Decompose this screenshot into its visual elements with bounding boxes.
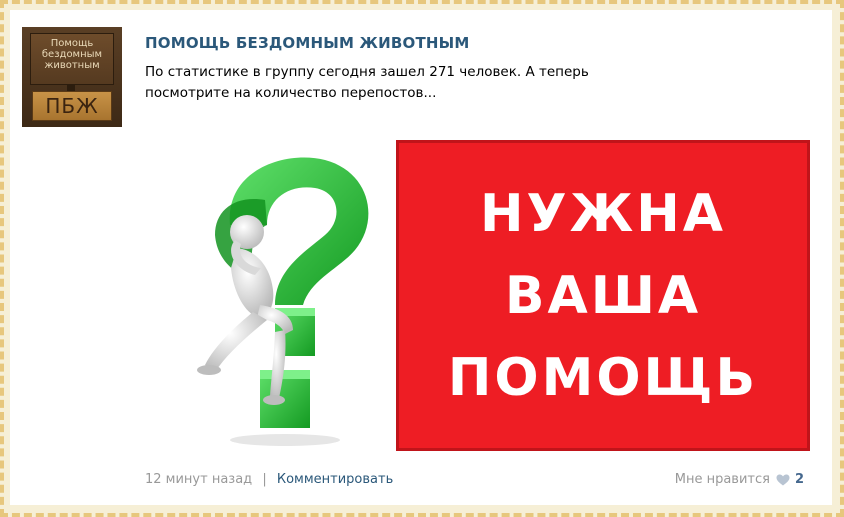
comment-link[interactable]: Комментировать (277, 472, 393, 487)
group-name-link[interactable]: ПОМОЩЬ БЕЗДОМНЫМ ЖИВОТНЫМ (145, 34, 470, 52)
banner-line: ПОМОЩЬ (447, 347, 759, 408)
post-text-line: По статистике в группу сегодня зашел 271… (145, 64, 589, 80)
post-time-link[interactable]: 12 минут назад (145, 472, 252, 487)
post-text: По статистике в группу сегодня зашел 271… (145, 62, 785, 104)
meta-separator: | (262, 472, 267, 487)
avatar-badge: ПБЖ (32, 91, 112, 121)
wall-post: Помощь бездомным животным ПБЖ ПОМОЩЬ БЕЗ… (10, 10, 832, 505)
avatar-text-line: Помощь (50, 38, 94, 49)
avatar-sign: Помощь бездомным животным (30, 33, 114, 85)
post-text-line: посмотрите на количество перепостов... (145, 85, 437, 101)
heart-icon (776, 474, 790, 485)
help-needed-banner[interactable]: НУЖНА ВАША ПОМОЩЬ (396, 140, 810, 451)
avatar-text-line: животным (44, 60, 100, 71)
banner-line: ВАША (504, 265, 702, 326)
like-button[interactable]: Мне нравится 2 (675, 472, 804, 487)
banner-text: НУЖНА ВАША ПОМОЩЬ (399, 143, 807, 448)
banner-line: НУЖНА (479, 183, 727, 244)
like-count: 2 (794, 472, 804, 487)
avatar-text-line: бездомным (41, 49, 103, 60)
question-mark-figure-image[interactable] (175, 140, 390, 450)
group-avatar[interactable]: Помощь бездомным животным ПБЖ (22, 27, 122, 127)
like-label: Мне нравится (674, 472, 770, 487)
post-meta: 12 минут назад | Комментировать (145, 472, 393, 487)
